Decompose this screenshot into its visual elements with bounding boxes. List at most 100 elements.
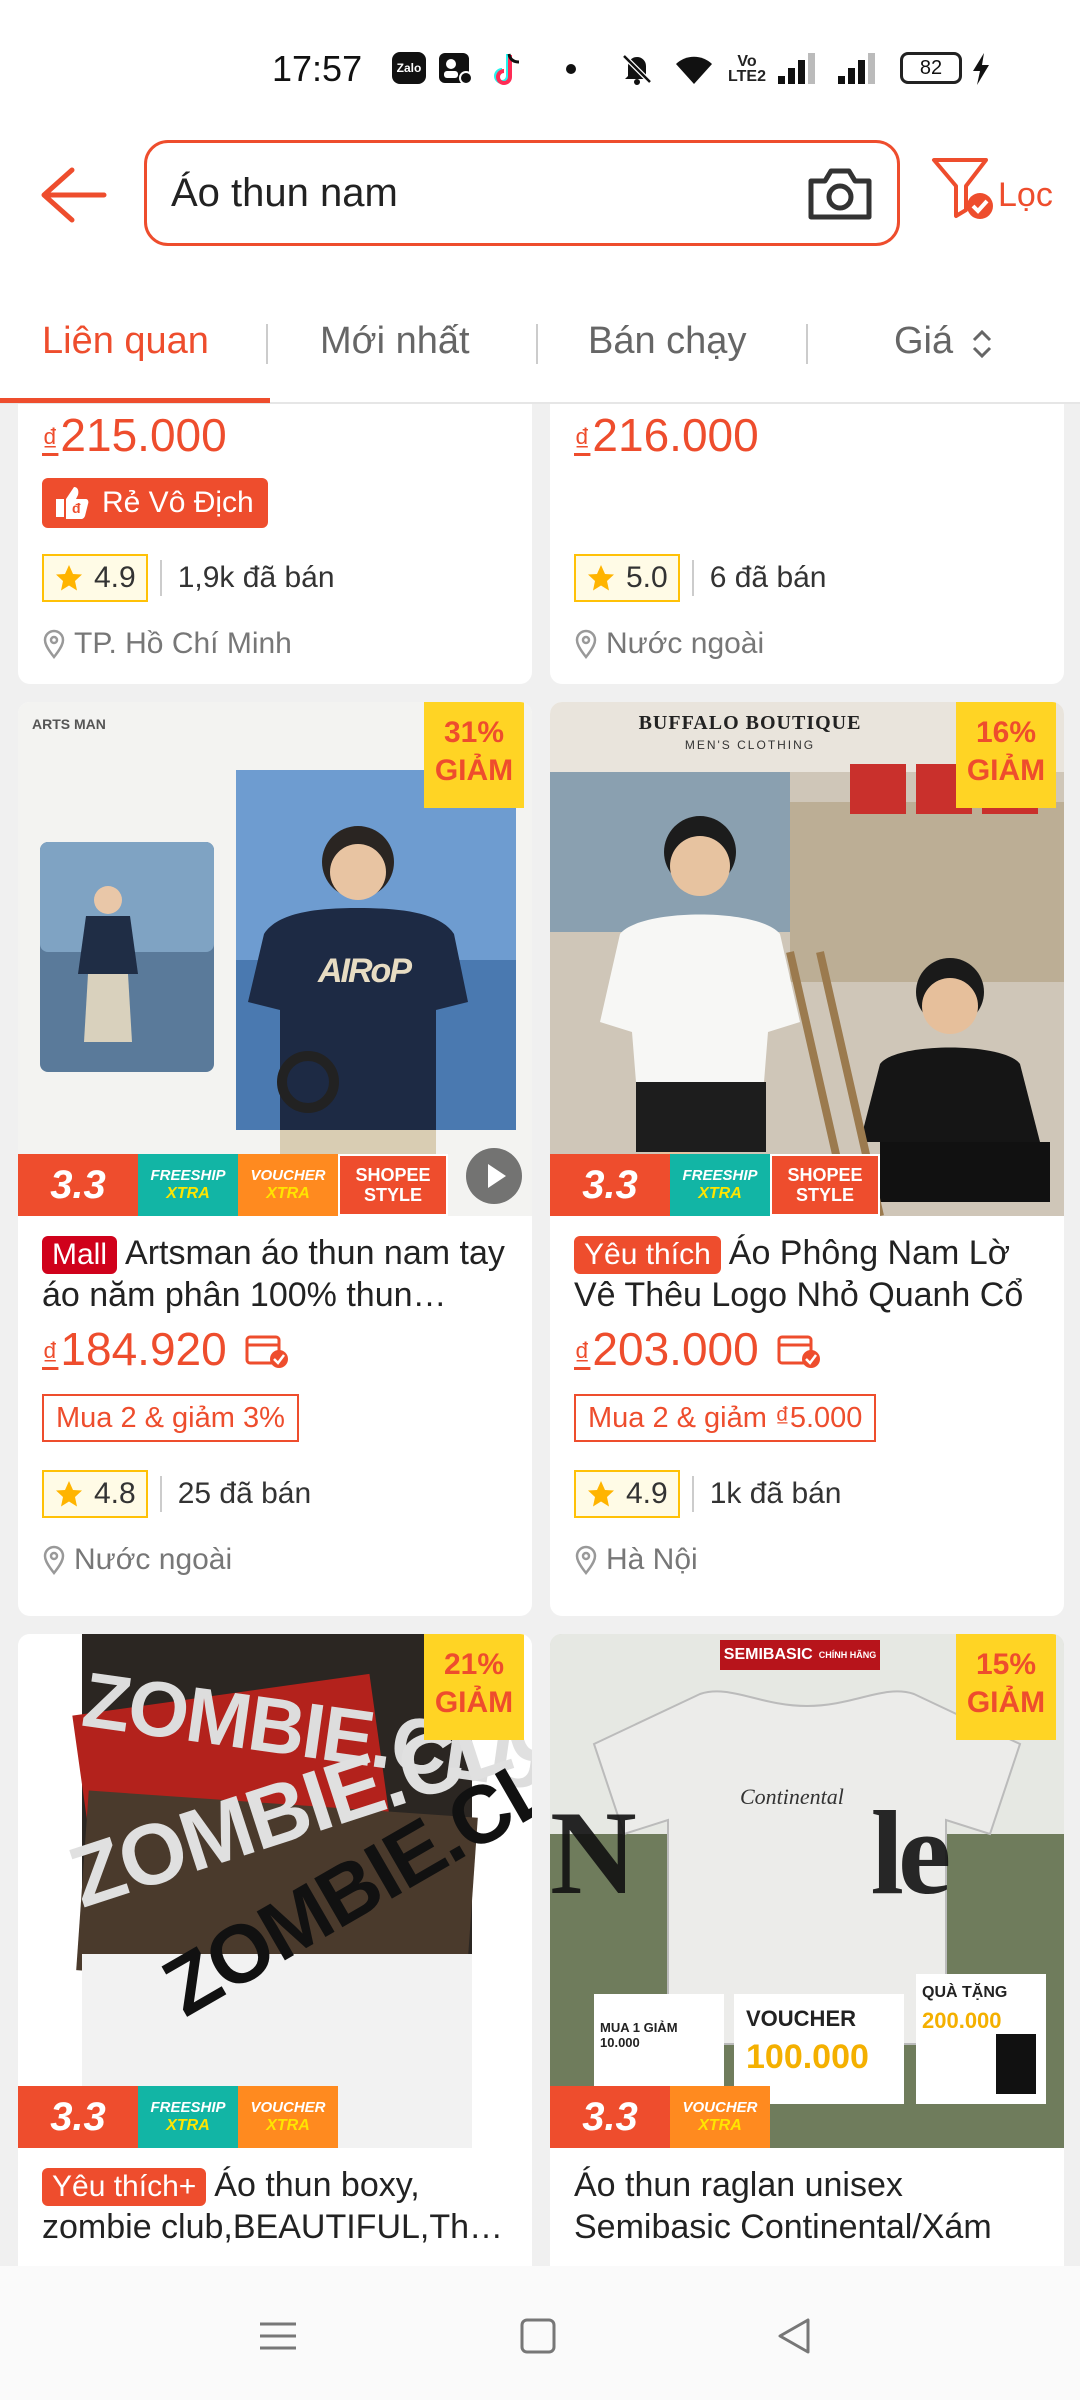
promo-33-label: 3.3: [18, 1154, 138, 1216]
tiktok-icon: [492, 52, 524, 86]
voucher-tag: VOUCHER XTRA: [238, 2086, 338, 2148]
filter-button[interactable]: Lọc: [930, 154, 1070, 230]
product-card[interactable]: ₫ 215.000 đ Rẻ Vô Địch 4.9 1,9k đã bán TP…: [18, 404, 532, 684]
tab-ban-chay[interactable]: Bán chạy: [588, 320, 746, 363]
product-card[interactable]: ZOMBIE.CLUB ZOMBIE.CLUB ZOMBIE.CLUB 21% …: [18, 1634, 532, 2266]
location-pin-icon: [43, 629, 65, 659]
voucher-tag: VOUCHER XTRA: [238, 1154, 338, 1216]
shopee-style-tag: SHOPEE STYLE: [770, 1154, 880, 1216]
camera-search-button[interactable]: [807, 163, 873, 223]
location-row: Hà Nội: [574, 1540, 698, 1580]
voucher-value: 100.000: [746, 2038, 869, 2076]
search-query: Áo thun nam: [171, 171, 398, 215]
discount-badge: 15% GIẢM: [956, 1634, 1056, 1740]
location-row: TP. Hồ Chí Minh: [42, 624, 292, 664]
rating-row: 4.9 1k đã bán: [574, 1470, 842, 1518]
back-arrow-icon: [41, 167, 107, 223]
divider: [691, 560, 694, 596]
discount-badge: 21% GIẢM: [424, 1634, 524, 1740]
installment-icon: [777, 1335, 820, 1368]
back-button[interactable]: [38, 160, 108, 230]
active-tab-indicator: [0, 398, 270, 403]
video-play-button[interactable]: [466, 1148, 522, 1204]
rating-badge: 4.9: [42, 554, 148, 602]
filter-funnel-icon: [932, 158, 993, 219]
product-title: Mall Artsman áo thun nam tay áo năm phân …: [42, 1234, 505, 1314]
bundle-deal-chip: Mua 2 & giảm 3%: [42, 1394, 299, 1442]
product-title: Áo thun raglan unisex Semibasic Continen…: [574, 2166, 992, 2246]
product-grid: ₫ 215.000 đ Rẻ Vô Địch 4.9 1,9k đã bán TP…: [0, 404, 1080, 2266]
gift-value: 200.000: [922, 2008, 1002, 2033]
promo-strip: 3.3 FREESHIP XTRA SHOPEE STYLE: [550, 1154, 880, 1216]
voucher-tag: VOUCHER XTRA: [670, 2086, 770, 2148]
product-title: Yêu thích Áo Phông Nam Lờ Vê Thêu Logo Nh…: [574, 1234, 1024, 1314]
rating-row: 4.8 25 đã bán: [42, 1470, 311, 1518]
zalo-icon: Zalo: [392, 52, 426, 84]
rating-badge: 4.9: [574, 1470, 680, 1518]
back-nav-button[interactable]: [764, 2306, 824, 2366]
product-price: ₫ 216.000: [574, 409, 759, 461]
discount-badge: 16% GIẢM: [956, 702, 1056, 808]
product-card[interactable]: BUFFALO BOUTIQUE MEN'S CLOTHING 16% GIẢM…: [550, 702, 1064, 1616]
product-title: Yêu thích+ Áo thun boxy, zombie club,BEAU…: [42, 2166, 488, 2246]
location-row: Nước ngoài: [42, 1540, 232, 1580]
product-image[interactable]: BUFFALO BOUTIQUE MEN'S CLOTHING 16% GIẢM…: [550, 702, 1064, 1216]
mute-bell-icon: [620, 52, 654, 86]
signal-2-icon: [836, 52, 878, 86]
tab-gia[interactable]: Giá: [894, 320, 953, 363]
promo-strip: 3.3 VOUCHER XTRA: [550, 2086, 770, 2148]
system-navigation-bar: [0, 2266, 1080, 2400]
tab-lien-quan[interactable]: Liên quan: [42, 320, 209, 363]
mall-badge: Mall: [42, 1236, 118, 1274]
promo-33-label: 3.3: [550, 2086, 670, 2148]
location-row: Nước ngoài: [574, 624, 764, 664]
product-card[interactable]: SEMIBASIC CHÍNH HÃNG N le Continental MUA…: [550, 1634, 1064, 2266]
product-price: ₫ 203.000: [574, 1322, 823, 1376]
buy-offer-text: MUA 1 GIẢM 10.000: [600, 2020, 678, 2050]
promo-33-label: 3.3: [18, 2086, 138, 2148]
favorite-badge: Yêu thích: [574, 1236, 721, 1274]
shirt-graphic-text: AIRoP: [318, 952, 412, 990]
star-icon: [56, 1481, 82, 1507]
product-card[interactable]: ARTS MAN AIRoP 31% GIẢM 3.3 FREESHIP XTR…: [18, 702, 532, 1616]
product-image[interactable]: SEMIBASIC CHÍNH HÃNG N le Continental MUA…: [550, 1634, 1064, 2148]
sold-count: 1k đã bán: [709, 1477, 842, 1510]
sold-count: 1,9k đã bán: [177, 561, 335, 594]
store-subtitle: MEN'S CLOTHING: [684, 738, 816, 752]
shirt-graphic-text: Continental: [740, 1784, 844, 1809]
star-icon: [588, 565, 614, 591]
status-bar: 17:57 Zalo Vo LTE2 82: [0, 0, 1080, 130]
rating-badge: 4.8: [42, 1470, 148, 1518]
product-price: ₫ 215.000: [42, 409, 227, 461]
product-image[interactable]: ARTS MAN AIRoP 31% GIẢM 3.3 FREESHIP XTR…: [18, 702, 532, 1216]
freeship-tag: FREESHIP XTRA: [138, 1154, 238, 1216]
back-triangle-icon: [778, 2318, 810, 2354]
tab-moi-nhat[interactable]: Mới nhất: [320, 320, 470, 363]
tab-divider: [266, 324, 268, 364]
location-pin-icon: [575, 629, 597, 659]
home-button[interactable]: [508, 2306, 568, 2366]
recent-apps-button[interactable]: [248, 2306, 308, 2366]
clock: 17:57: [272, 48, 363, 89]
promo-strip: 3.3 FREESHIP XTRA VOUCHER XTRA: [18, 2086, 338, 2148]
notification-dot-icon: [566, 64, 576, 74]
freeship-tag: FREESHIP XTRA: [138, 2086, 238, 2148]
rating-row: 5.0 6 đã bán: [574, 554, 827, 602]
play-icon: [488, 1164, 506, 1188]
menu-lines-icon: [260, 2322, 296, 2350]
product-image[interactable]: ZOMBIE.CLUB ZOMBIE.CLUB ZOMBIE.CLUB 21% …: [18, 1634, 532, 2148]
svg-text:đ: đ: [72, 500, 81, 516]
tab-divider: [806, 324, 808, 364]
divider: [691, 1476, 694, 1512]
search-input[interactable]: Áo thun nam: [144, 140, 900, 246]
location-pin-icon: [575, 1545, 597, 1575]
store-logo-text: ARTS MAN: [32, 716, 106, 732]
divider: [159, 1476, 162, 1512]
installment-icon: [245, 1335, 288, 1368]
product-card[interactable]: ₫ 216.000 5.0 6 đã bán Nước ngoài: [550, 404, 1064, 684]
camera-icon: [808, 168, 872, 220]
charging-icon: [970, 52, 992, 86]
shopee-style-tag: SHOPEE STYLE: [338, 1154, 448, 1216]
wifi-icon: [674, 52, 714, 86]
contact-card-icon: [438, 52, 474, 86]
